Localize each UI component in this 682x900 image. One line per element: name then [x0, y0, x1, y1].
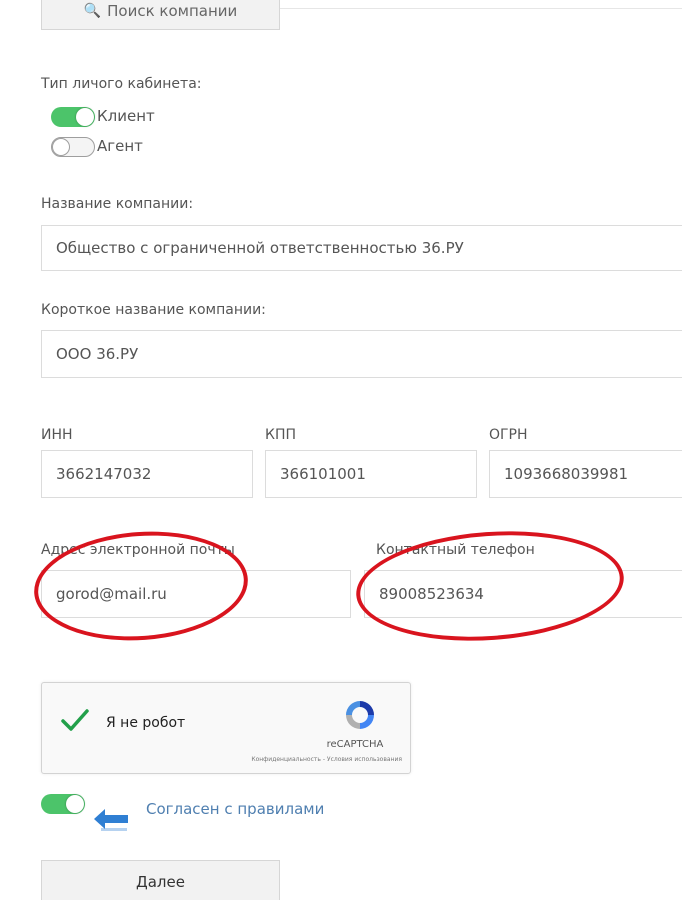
inn-input[interactable]: 3662147032	[41, 450, 253, 498]
company-name-input[interactable]: Общество с ограниченной ответственностью…	[41, 225, 682, 271]
client-label: Клиент	[97, 107, 155, 125]
recaptcha-links[interactable]: Конфиденциальность - Условия использован…	[172, 756, 402, 763]
ogrn-input[interactable]: 1093668039981	[489, 450, 682, 498]
agent-toggle[interactable]	[51, 137, 95, 157]
next-button[interactable]: Далее	[41, 860, 280, 900]
company-name-label: Название компании:	[41, 196, 194, 212]
toggle-knob	[52, 138, 70, 156]
agreement-label[interactable]: Согласен с правилами	[146, 800, 324, 818]
kpp-label: КПП	[265, 427, 296, 443]
recaptcha-logo-icon	[346, 701, 374, 729]
client-toggle[interactable]	[51, 107, 95, 127]
recaptcha-brand: reCAPTCHA	[326, 739, 384, 750]
divider	[280, 8, 682, 9]
recaptcha-widget: Я не робот reCAPTCHA Конфиденциальность …	[41, 682, 411, 774]
toggle-knob	[76, 108, 94, 126]
arrow-left-icon	[94, 809, 128, 831]
agent-label: Агент	[97, 137, 143, 155]
agreement-toggle[interactable]	[41, 794, 85, 814]
search-button-label: Поиск компании	[107, 2, 238, 20]
checkmark-icon[interactable]	[60, 705, 90, 735]
short-name-input[interactable]: ООО 36.РУ	[41, 330, 682, 378]
kpp-input[interactable]: 366101001	[265, 450, 477, 498]
search-company-button[interactable]: 🔍 Поиск компании	[41, 0, 280, 30]
short-name-label: Короткое название компании:	[41, 302, 266, 318]
captcha-label: Я не робот	[106, 715, 186, 731]
toggle-knob	[66, 795, 84, 813]
inn-label: ИНН	[41, 427, 73, 443]
cabinet-type-label: Тип личого кабинета:	[41, 76, 202, 92]
search-icon: 🔍	[83, 3, 102, 19]
ogrn-label: ОГРН	[489, 427, 528, 443]
